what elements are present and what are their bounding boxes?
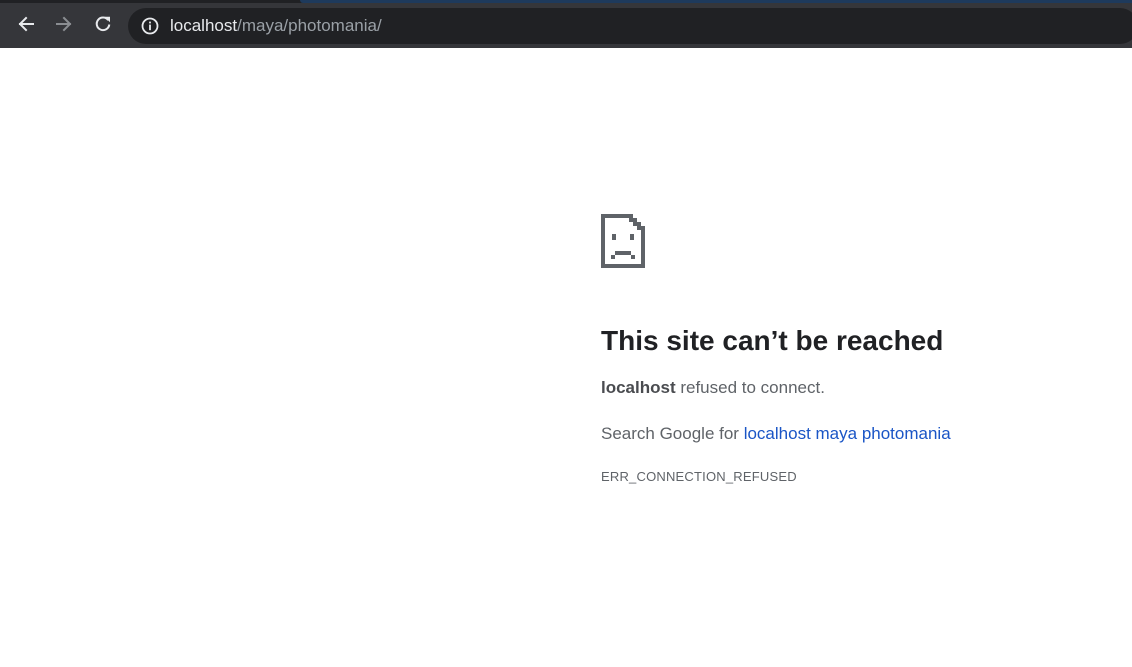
- error-summary: localhost refused to connect.: [601, 376, 1101, 400]
- reload-icon: [95, 16, 111, 32]
- error-code: ERR_CONNECTION_REFUSED: [601, 469, 797, 484]
- sad-document-icon: [601, 214, 645, 268]
- back-arrow-icon: [18, 16, 34, 32]
- forward-arrow-icon: [56, 16, 72, 32]
- search-suggestion: Search Google for localhost maya photoma…: [601, 422, 1101, 446]
- error-content: This site can’t be reached localhost ref…: [601, 214, 1101, 486]
- info-icon[interactable]: [140, 16, 160, 36]
- error-headline: This site can’t be reached: [601, 325, 944, 356]
- url-path: /maya/photomania/: [237, 16, 382, 35]
- search-suggestion-prefix: Search Google for: [601, 424, 744, 443]
- forward-button[interactable]: [49, 9, 79, 39]
- back-button[interactable]: [11, 9, 41, 39]
- url-host: localhost: [170, 16, 238, 35]
- url-text[interactable]: localhost/maya/photomania/: [170, 16, 382, 36]
- tab-strip-accent: [300, 0, 1132, 3]
- address-bar[interactable]: localhost/maya/photomania/: [128, 8, 1132, 44]
- error-host: localhost: [601, 378, 676, 397]
- reload-button[interactable]: [88, 9, 118, 39]
- search-google-link[interactable]: localhost maya photomania: [744, 424, 951, 443]
- browser-toolbar: localhost/maya/photomania/: [0, 0, 1132, 48]
- error-summary-text: refused to connect.: [675, 378, 825, 397]
